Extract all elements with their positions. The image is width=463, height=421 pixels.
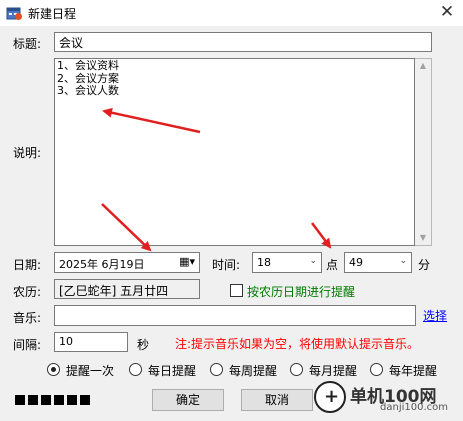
scroll-up-icon[interactable]: ▲ [415,59,431,73]
radio-yearly[interactable] [370,363,383,376]
music-note-text: 注:提示音乐如果为空，将使用默认提示音乐。 [175,337,420,351]
scroll-down-icon[interactable]: ▼ [415,231,431,245]
watermark-domain: danji100.com [380,402,448,413]
interval-input[interactable]: 10 [54,332,128,352]
music-input[interactable] [54,305,416,326]
description-textarea[interactable]: 1、会议资料 2、会议方案 3、会议人数 [54,58,415,246]
radio-weekly-label[interactable]: 每周提醒 [229,362,277,379]
title-label: 标题: [13,37,42,51]
calendar-app-icon [6,7,22,20]
close-button[interactable]: ✕ [431,0,463,26]
interval-unit: 秒 [137,338,150,352]
music-label: 音乐: [13,311,42,325]
hour-select[interactable]: 18 ⌄ [252,252,322,273]
lunar-label: 农历: [13,285,42,299]
status-indicator-squares [15,394,93,408]
plus-icon: + [324,386,340,407]
lunar-reminder-label[interactable]: 按农历日期进行提醒 [247,283,355,300]
ok-button[interactable]: 确定 [152,389,224,411]
radio-weekly[interactable] [210,363,223,376]
date-value: 2025年 6月19日 [59,258,145,271]
date-picker[interactable]: 2025年 6月19日 ▦▾ [54,252,200,273]
radio-monthly-label[interactable]: 每月提醒 [309,362,357,379]
radio-monthly[interactable] [290,363,303,376]
lunar-date-display: [乙巳蛇年] 五月廿四 [54,279,200,299]
hour-value: 18 [257,256,271,269]
minute-select[interactable]: 49 ⌄ [344,252,412,273]
radio-yearly-label[interactable]: 每年提醒 [389,362,437,379]
interval-label: 间隔: [13,338,42,352]
title-input[interactable]: 会议 [54,32,432,52]
description-label: 说明: [13,146,42,160]
cancel-button[interactable]: 取消 [241,389,313,411]
description-line: 1、会议资料 [57,59,119,72]
hour-suffix: 点 [326,258,339,272]
chevron-down-icon: ⌄ [309,256,317,266]
time-label: 时间: [212,258,241,272]
lunar-reminder-checkbox[interactable] [230,284,243,297]
description-line: 3、会议人数 [57,84,119,97]
radio-daily[interactable] [129,363,142,376]
radio-once-label[interactable]: 提醒一次 [66,362,114,379]
calendar-dropdown-icon[interactable]: ▦▾ [179,255,195,268]
date-label: 日期: [13,258,42,272]
radio-once[interactable] [47,363,60,376]
minute-value: 49 [349,256,363,269]
chevron-down-icon: ⌄ [399,256,407,266]
select-music-link[interactable]: 选择 [423,307,447,324]
window-title: 新建日程 [28,7,77,21]
description-scrollbar[interactable]: ▲ ▼ [415,58,432,246]
minute-suffix: 分 [418,258,431,272]
title-bar: 新建日程 ✕ [0,0,463,26]
radio-daily-label[interactable]: 每日提醒 [148,362,196,379]
